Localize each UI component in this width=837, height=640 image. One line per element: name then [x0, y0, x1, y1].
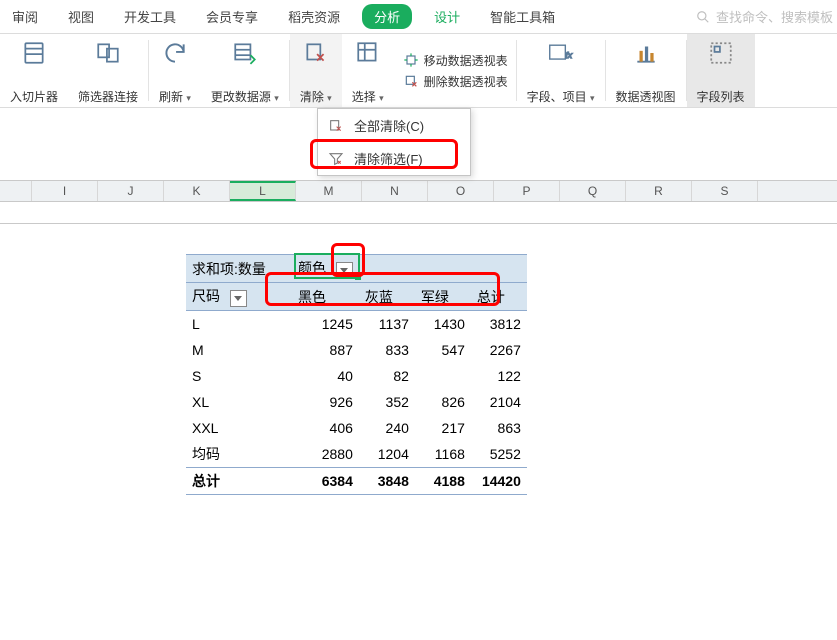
delete-pivot-button[interactable]: 删除数据透视表	[402, 73, 508, 90]
clear-filter-label: 清除筛选(F)	[354, 149, 423, 168]
clear-label: 清除	[300, 90, 324, 104]
refresh-label: 刷新	[159, 90, 183, 104]
tab-dev[interactable]: 开发工具	[116, 3, 184, 30]
fx-icon: fx	[548, 40, 574, 66]
colhdr-1[interactable]: 灰蓝	[359, 283, 415, 311]
tab-member[interactable]: 会员专享	[198, 3, 266, 30]
field-list-button[interactable]: 字段列表	[687, 34, 755, 107]
filter-connection-button[interactable]: 筛选器连接	[68, 34, 148, 107]
column-header-row: I J K L M N O P Q R S	[0, 180, 837, 202]
colhdr-2[interactable]: 军绿	[415, 283, 471, 311]
colhdr-0[interactable]: 黑色	[292, 283, 359, 311]
table-row: L1245113714303812	[186, 311, 527, 337]
col-filter-icon[interactable]	[336, 262, 353, 279]
move-icon	[402, 52, 420, 68]
filter-link-icon	[95, 40, 121, 66]
col-N[interactable]: N	[362, 181, 428, 201]
table-row: S4082122	[186, 363, 527, 389]
chart-icon	[633, 40, 659, 66]
col-Q[interactable]: Q	[560, 181, 626, 201]
delete-icon	[402, 73, 420, 89]
col-P[interactable]: P	[494, 181, 560, 201]
pivot-table[interactable]: 求和项:数量 颜色 尺码 黑色 灰蓝 军绿 总计 L12451137143038…	[186, 254, 527, 495]
col-J[interactable]: J	[98, 181, 164, 201]
table-total-row: 总计 6384 3848 4188 14420	[186, 467, 527, 494]
pivot-chart-button[interactable]: 数据透视图	[606, 34, 686, 107]
command-search[interactable]: 查找命令、搜索模板	[696, 7, 833, 26]
col-R[interactable]: R	[626, 181, 692, 201]
chevron-down-icon: ▾	[186, 93, 191, 103]
chevron-down-icon: ▾	[590, 93, 595, 103]
col-L[interactable]: L	[230, 181, 296, 201]
clear-all-item[interactable]: 全部清除(C)	[318, 109, 470, 142]
funnel-x-icon	[328, 151, 346, 167]
clear-filter-item[interactable]: 清除筛选(F)	[318, 142, 470, 175]
table-row: M8878335472267	[186, 337, 527, 363]
pivot-col-field[interactable]: 颜色	[292, 255, 359, 283]
tab-dooke[interactable]: 稻壳资源	[280, 3, 348, 30]
select-icon	[355, 40, 381, 66]
table-row: XL9263528262104	[186, 389, 527, 415]
tab-smart[interactable]: 智能工具箱	[482, 3, 563, 30]
pivot-corner: 求和项:数量	[186, 255, 292, 283]
table-row: 均码2880120411685252	[186, 441, 527, 468]
tab-view[interactable]: 视图	[60, 3, 102, 30]
pivot-row-field[interactable]: 尺码	[186, 283, 292, 311]
clear-all-icon	[328, 118, 346, 134]
delete-pivot-label: 删除数据透视表	[424, 73, 508, 90]
refresh-button[interactable]: 刷新 ▾	[149, 34, 201, 107]
move-pivot-button[interactable]: 移动数据透视表	[402, 52, 508, 69]
select-button[interactable]: 选择 ▾	[342, 34, 394, 107]
clear-all-label: 全部清除(C)	[354, 116, 424, 135]
search-placeholder: 查找命令、搜索模板	[716, 7, 833, 26]
chevron-down-icon: ▾	[379, 93, 384, 103]
col-M[interactable]: M	[296, 181, 362, 201]
tab-review[interactable]: 审阅	[4, 3, 46, 30]
colhdr-3[interactable]: 总计	[471, 283, 527, 311]
clear-icon	[303, 40, 329, 66]
field-list-label: 字段列表	[697, 88, 745, 105]
clear-dropdown: 全部清除(C) 清除筛选(F)	[317, 108, 471, 176]
tab-analysis[interactable]: 分析	[362, 4, 412, 29]
col-K[interactable]: K	[164, 181, 230, 201]
filter-connection-label: 筛选器连接	[78, 88, 138, 105]
change-datasource-label: 更改数据源	[211, 90, 271, 104]
insert-slicer-button[interactable]: 入切片器	[0, 34, 68, 107]
chevron-down-icon: ▾	[274, 93, 279, 103]
move-pivot-label: 移动数据透视表	[424, 52, 508, 69]
select-label: 选择	[352, 90, 376, 104]
datasource-icon	[232, 40, 258, 66]
fields-items-label: 字段、项目	[527, 90, 587, 104]
col-O[interactable]: O	[428, 181, 494, 201]
field-list-icon	[708, 40, 734, 66]
tab-design[interactable]: 设计	[426, 3, 468, 30]
pivot-chart-label: 数据透视图	[616, 88, 676, 105]
col-gutter	[0, 181, 32, 201]
chevron-down-icon: ▾	[327, 93, 332, 103]
refresh-icon	[162, 40, 188, 66]
clear-button[interactable]: 清除 ▾	[290, 34, 342, 107]
change-datasource-button[interactable]: 更改数据源 ▾	[201, 34, 289, 107]
row-filter-icon[interactable]	[230, 290, 247, 307]
search-icon	[696, 10, 710, 24]
svg-text:fx: fx	[565, 50, 572, 60]
col-S[interactable]: S	[692, 181, 758, 201]
formula-bar[interactable]	[0, 202, 837, 224]
fields-items-button[interactable]: fx 字段、项目 ▾	[517, 34, 605, 107]
table-row: XXL406240217863	[186, 415, 527, 441]
col-I[interactable]: I	[32, 181, 98, 201]
slicer-icon	[21, 40, 47, 66]
insert-slicer-label: 入切片器	[10, 88, 58, 105]
